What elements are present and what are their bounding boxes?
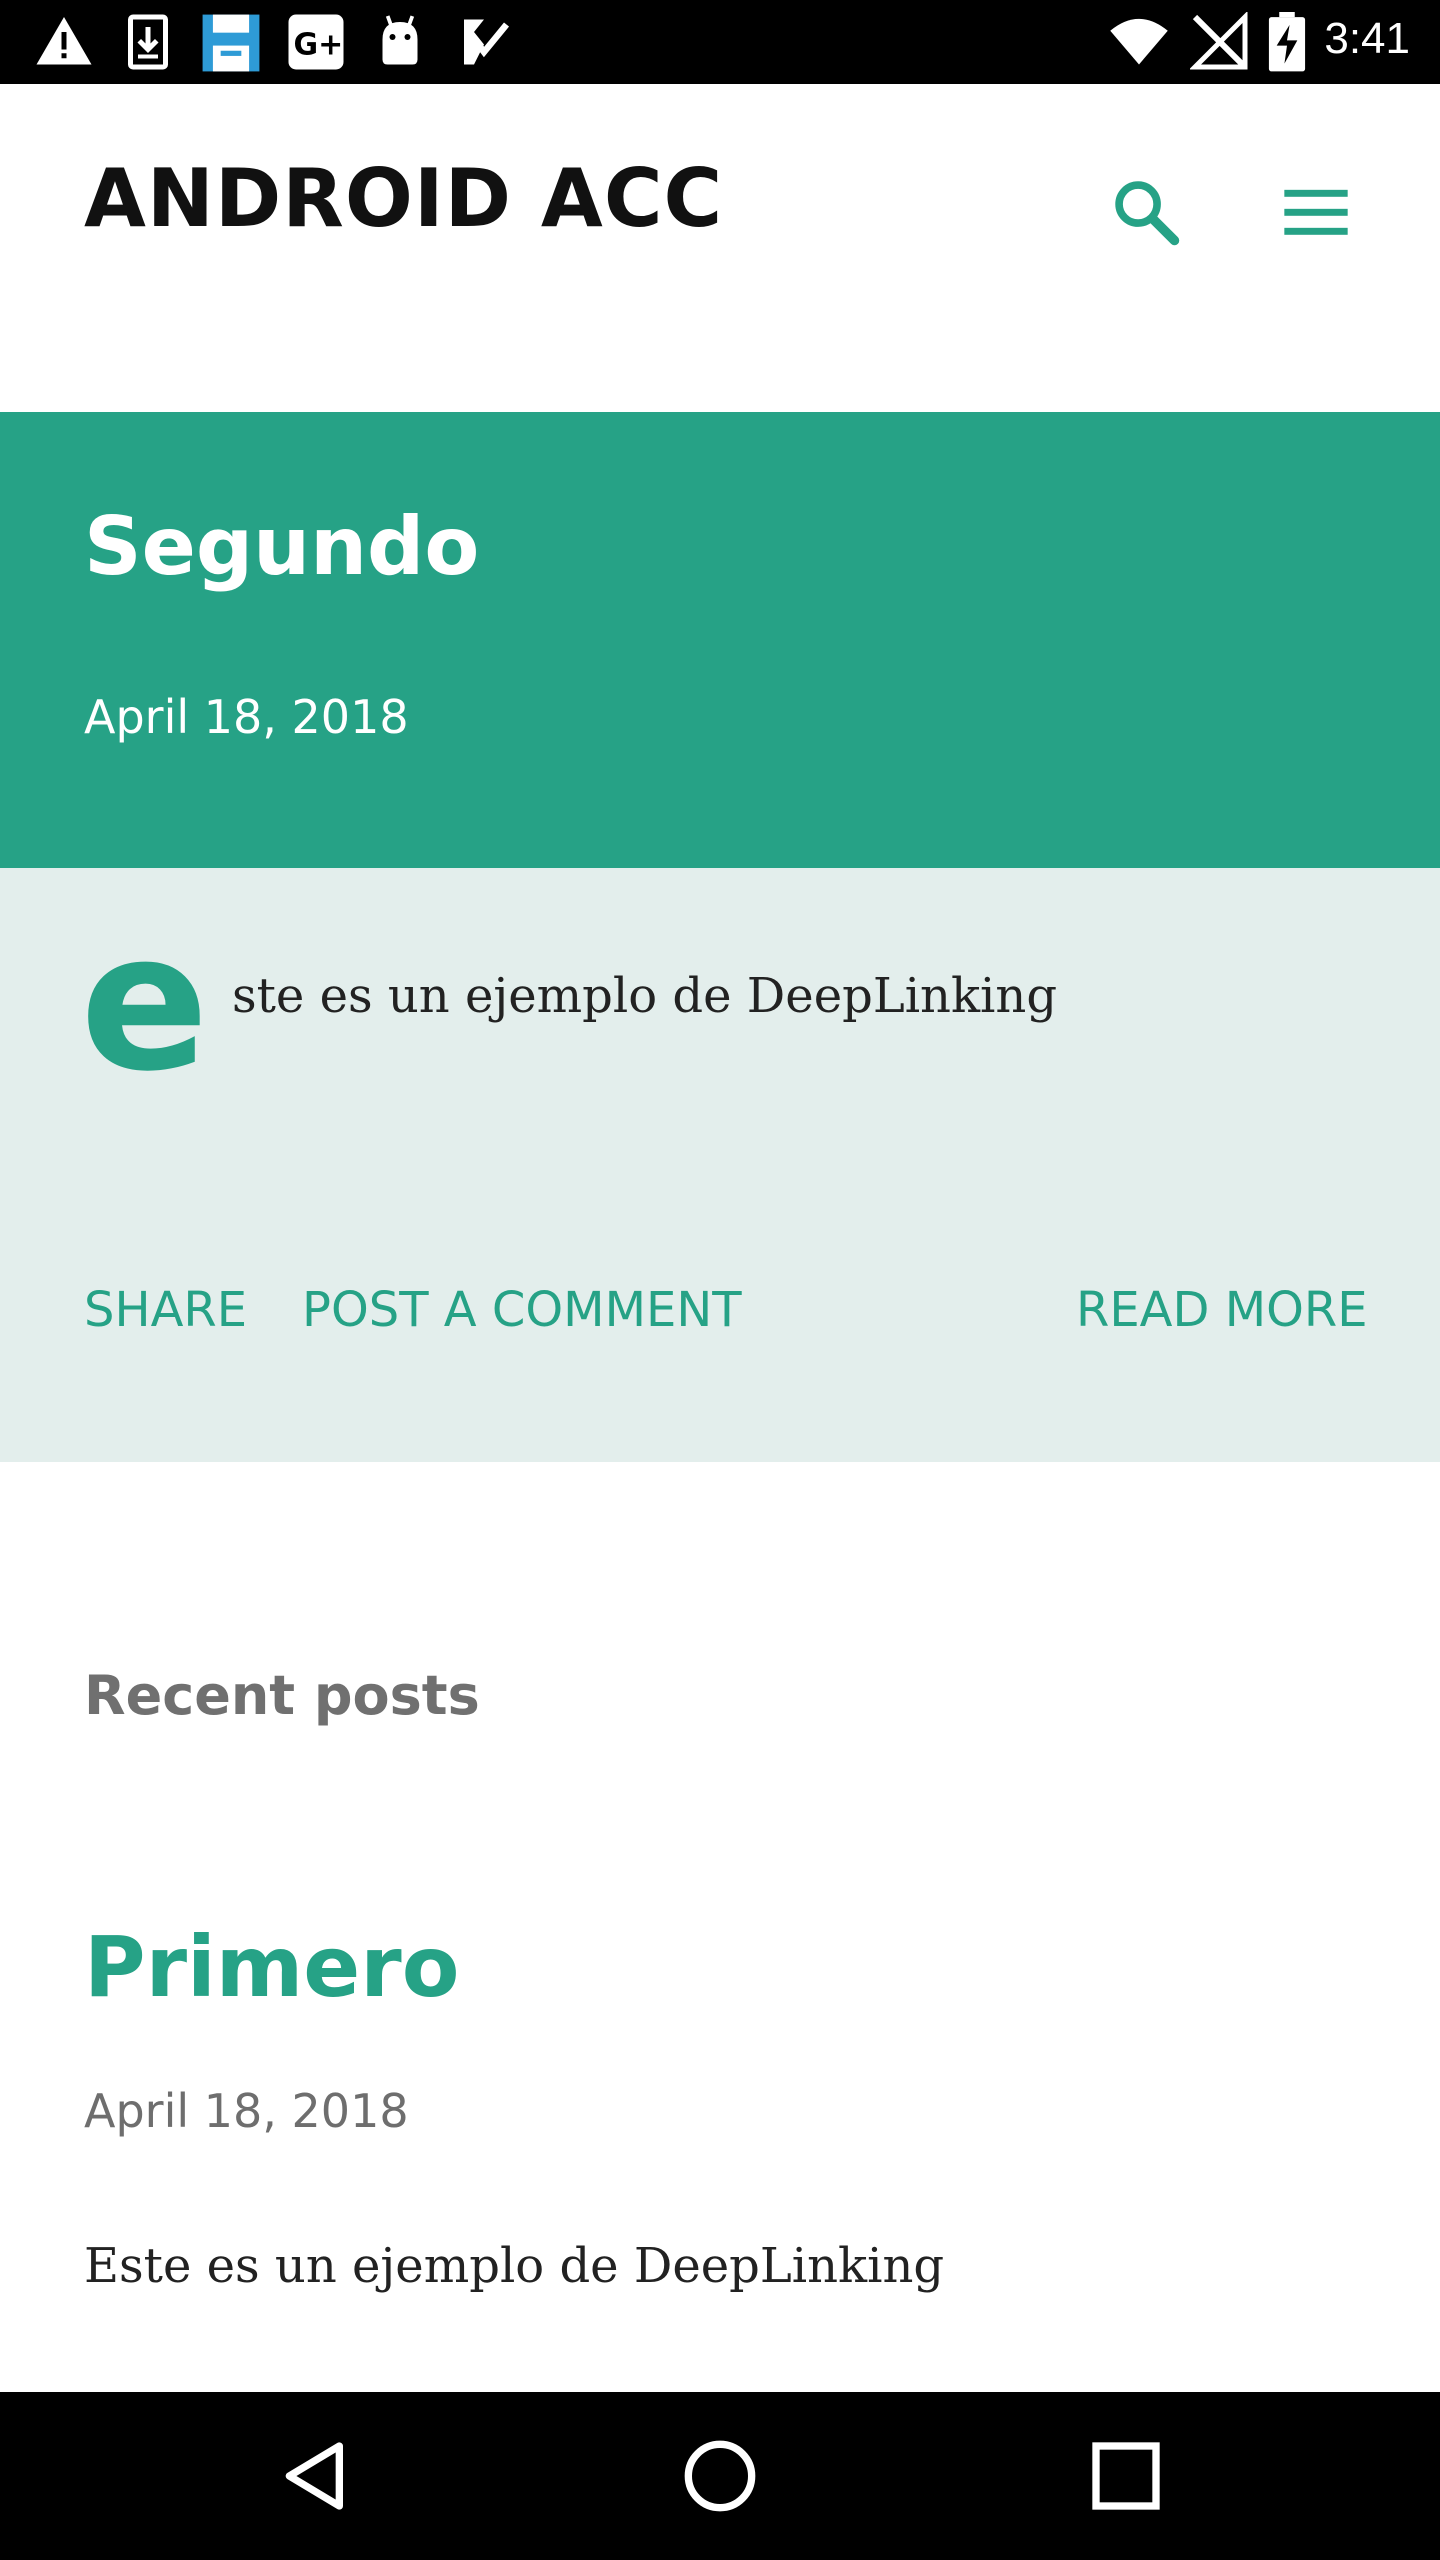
drop-cap: e (80, 892, 209, 1113)
navigation-bar (0, 2392, 1440, 2560)
recent-post-title[interactable]: Primero (84, 1918, 459, 2016)
status-bar: G+ 3:41 (0, 0, 1440, 84)
google-plus-icon: G+ (288, 14, 344, 70)
app-header: ANDROID ACC (0, 84, 1440, 412)
recent-post-snippet: Este es un ejemplo de DeepLinking (84, 2238, 945, 2294)
featured-post-snippet: ste es un ejemplo de DeepLinking (232, 968, 1058, 1024)
no-signal-icon (1190, 12, 1248, 70)
check-task-icon (464, 19, 510, 65)
wifi-icon (1110, 18, 1168, 65)
blog-title[interactable]: ANDROID ACC (84, 152, 723, 245)
warning-icon (36, 17, 92, 65)
featured-post-body: e ste es un ejemplo de DeepLinking SHARE… (0, 868, 1440, 1462)
recent-post-date[interactable]: April 18, 2018 (84, 2084, 409, 2138)
featured-post-title[interactable]: Segundo (84, 500, 479, 593)
battery-charging-icon (1268, 12, 1306, 72)
featured-post-date[interactable]: April 18, 2018 (84, 690, 409, 744)
android-icon (382, 15, 418, 65)
recents-icon[interactable] (1086, 2436, 1166, 2516)
featured-post-header: Segundo April 18, 2018 (0, 412, 1440, 868)
post-comment-button[interactable]: POST A COMMENT (302, 1282, 742, 1338)
recent-posts-heading: Recent posts (84, 1664, 480, 1727)
share-button[interactable]: SHARE (84, 1282, 247, 1338)
svg-text:G+: G+ (294, 28, 344, 63)
status-time: 3:41 (1324, 14, 1410, 63)
back-icon[interactable] (276, 2436, 356, 2516)
home-icon[interactable] (680, 2436, 760, 2516)
search-icon[interactable] (1108, 174, 1184, 250)
menu-icon[interactable] (1278, 174, 1354, 250)
download-icon (128, 14, 168, 70)
save-icon (202, 14, 260, 72)
read-more-button[interactable]: READ MORE (1076, 1282, 1368, 1338)
